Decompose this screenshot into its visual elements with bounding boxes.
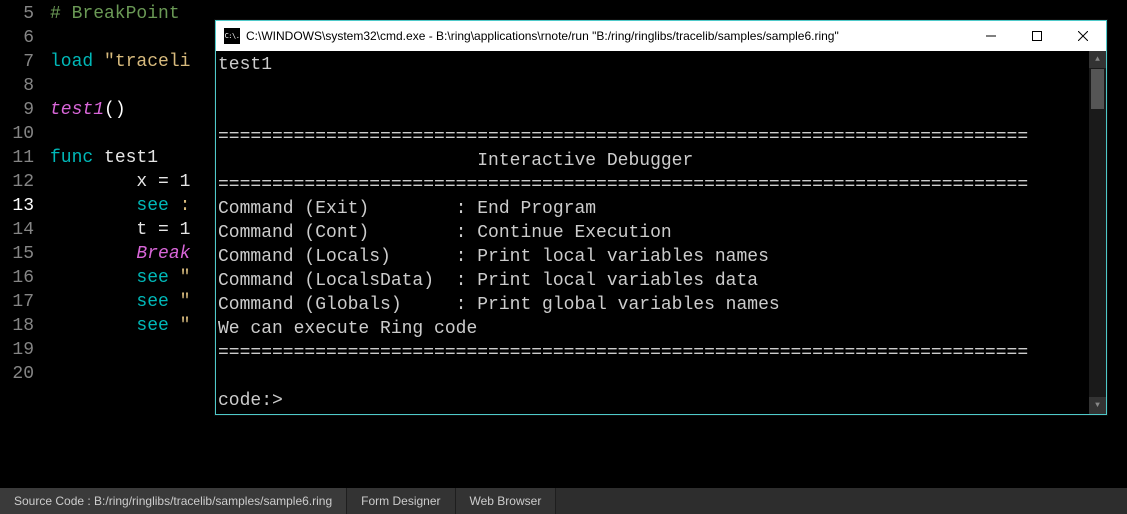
close-button[interactable] [1060, 21, 1106, 51]
line-number: 15 [0, 242, 38, 266]
code-line[interactable]: 9test1() [0, 98, 190, 122]
cmd-icon: C:\. [224, 28, 240, 44]
source-path-label: Source Code : B:/ring/ringlibs/tracelib/… [14, 494, 332, 508]
line-number: 14 [0, 218, 38, 242]
line-number: 19 [0, 338, 38, 362]
code-content: x = 1 [38, 170, 190, 194]
line-number: 7 [0, 50, 38, 74]
scroll-up-button[interactable]: ▲ [1089, 51, 1106, 68]
tab-web-browser[interactable]: Web Browser [456, 488, 557, 514]
web-browser-label: Web Browser [470, 494, 542, 508]
line-number: 13 [0, 194, 38, 218]
code-content [38, 338, 50, 362]
line-number: 8 [0, 74, 38, 98]
line-number: 10 [0, 122, 38, 146]
line-number: 6 [0, 26, 38, 50]
code-content [38, 26, 50, 50]
code-content: t = 1 [38, 218, 190, 242]
code-content: see " [38, 266, 190, 290]
code-line[interactable]: 13 see : [0, 194, 190, 218]
console-output[interactable]: test1 ==================================… [216, 51, 1089, 414]
line-number: 17 [0, 290, 38, 314]
console-titlebar[interactable]: C:\. C:\WINDOWS\system32\cmd.exe - B:\ri… [216, 21, 1106, 51]
console-window[interactable]: C:\. C:\WINDOWS\system32\cmd.exe - B:\ri… [215, 20, 1107, 415]
code-line[interactable]: 15 Break [0, 242, 190, 266]
code-content: # BreakPoint [38, 2, 180, 26]
code-content: Break [38, 242, 190, 266]
tab-form-designer[interactable]: Form Designer [347, 488, 455, 514]
code-line[interactable]: 10 [0, 122, 190, 146]
code-line[interactable]: 8 [0, 74, 190, 98]
code-content [38, 122, 50, 146]
code-line[interactable]: 11func test1 [0, 146, 190, 170]
line-number: 12 [0, 170, 38, 194]
code-line[interactable]: 7load "traceli [0, 50, 190, 74]
code-line[interactable]: 12 x = 1 [0, 170, 190, 194]
code-content: see " [38, 290, 190, 314]
code-content: func test1 [38, 146, 158, 170]
line-number: 18 [0, 314, 38, 338]
line-number: 20 [0, 362, 38, 386]
console-scrollbar[interactable]: ▲ ▼ [1089, 51, 1106, 414]
scroll-down-button[interactable]: ▼ [1089, 397, 1106, 414]
code-line[interactable]: 16 see " [0, 266, 190, 290]
code-line[interactable]: 6 [0, 26, 190, 50]
line-number: 9 [0, 98, 38, 122]
maximize-button[interactable] [1014, 21, 1060, 51]
code-line[interactable]: 20 [0, 362, 190, 386]
code-content: test1() [38, 98, 126, 122]
code-content: load "traceli [38, 50, 190, 74]
code-line[interactable]: 5# BreakPoint [0, 2, 190, 26]
code-line[interactable]: 18 see " [0, 314, 190, 338]
line-number: 11 [0, 146, 38, 170]
console-title: C:\WINDOWS\system32\cmd.exe - B:\ring\ap… [246, 29, 839, 43]
code-content: see " [38, 314, 190, 338]
form-designer-label: Form Designer [361, 494, 440, 508]
code-content [38, 74, 50, 98]
status-bar: Source Code : B:/ring/ringlibs/tracelib/… [0, 488, 1127, 514]
tab-source-code[interactable]: Source Code : B:/ring/ringlibs/tracelib/… [0, 488, 347, 514]
minimize-button[interactable] [968, 21, 1014, 51]
code-line[interactable]: 19 [0, 338, 190, 362]
line-number: 5 [0, 2, 38, 26]
code-line[interactable]: 17 see " [0, 290, 190, 314]
scroll-thumb[interactable] [1091, 69, 1104, 109]
code-content [38, 362, 50, 386]
code-content: see : [38, 194, 190, 218]
line-number: 16 [0, 266, 38, 290]
code-line[interactable]: 14 t = 1 [0, 218, 190, 242]
